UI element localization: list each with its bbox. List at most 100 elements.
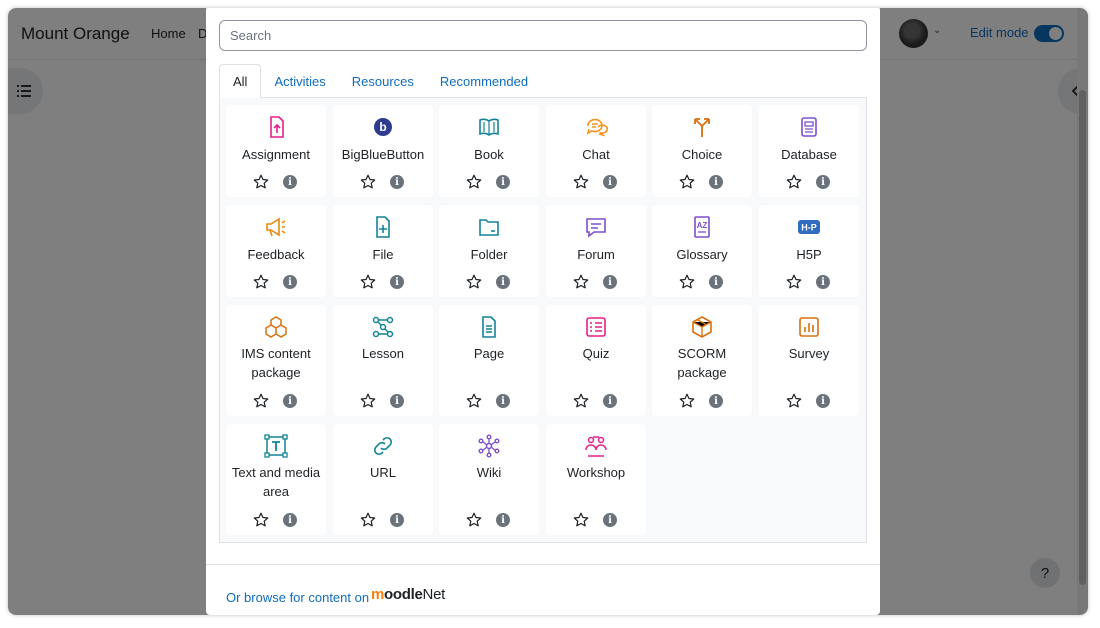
star-icon[interactable] [573, 512, 589, 528]
activity-card[interactable]: URL i [333, 424, 433, 535]
folder-icon [479, 219, 499, 236]
activity-name: Survey [788, 346, 830, 361]
moodlenet-logo[interactable]: moodleNet [371, 586, 445, 603]
star-icon[interactable] [786, 274, 802, 290]
activity-card[interactable]: Feedback i [226, 205, 326, 297]
star-icon[interactable] [466, 393, 482, 409]
quiz-icon [586, 317, 606, 337]
browse-moodlenet-link[interactable]: Or browse for content on [226, 590, 369, 605]
activity-card[interactable]: b BigBlueButton i [333, 105, 433, 197]
activity-name: Text and media area [231, 465, 321, 499]
activity-name: Chat [582, 147, 610, 162]
info-icon[interactable]: i [390, 513, 404, 527]
activity-name: File [372, 247, 394, 262]
info-icon[interactable]: i [283, 394, 297, 408]
info-icon[interactable]: i [390, 275, 404, 289]
activity-name: Database [781, 147, 837, 162]
activity-card[interactable]: Book i [439, 105, 539, 197]
star-icon[interactable] [253, 274, 269, 290]
activity-card[interactable]: SCORM package i [652, 305, 752, 416]
info-icon[interactable]: i [603, 275, 617, 289]
activity-card[interactable]: Choice i [652, 105, 752, 197]
forum-icon [586, 218, 606, 238]
activity-card[interactable]: Lesson i [333, 305, 433, 416]
activity-card[interactable]: File i [333, 205, 433, 297]
activity-card[interactable]: IMS content package i [226, 305, 326, 416]
activity-card[interactable]: Forum i [546, 205, 646, 297]
star-icon[interactable] [253, 174, 269, 190]
star-icon[interactable] [573, 274, 589, 290]
star-icon[interactable] [466, 274, 482, 290]
activity-name: Folder [470, 247, 508, 262]
star-icon[interactable] [253, 393, 269, 409]
svg-text:AZ: AZ [697, 221, 708, 230]
choice-icon [694, 118, 710, 137]
activity-name: URL [369, 465, 396, 480]
tab-resources[interactable]: Resources [339, 64, 427, 98]
star-icon[interactable] [360, 393, 376, 409]
bigbluebutton-icon: b [374, 118, 392, 136]
tab-activities[interactable]: Activities [261, 64, 338, 98]
star-icon[interactable] [786, 174, 802, 190]
activity-card[interactable]: Assignment i [226, 105, 326, 197]
info-icon[interactable]: i [283, 175, 297, 189]
activity-card[interactable]: Chat i [546, 105, 646, 197]
info-icon[interactable]: i [283, 513, 297, 527]
activity-card[interactable]: Quiz i [546, 305, 646, 416]
chat-icon [586, 118, 608, 137]
browser-frame: Mount Orange Home D ⌄ Edit mode ? All Ac… [8, 8, 1088, 615]
search-input[interactable] [219, 20, 867, 51]
chooser-tabs: All Activities Resources Recommended [219, 64, 867, 98]
activity-name: BigBlueButton [341, 147, 425, 162]
activity-card[interactable]: Page i [439, 305, 539, 416]
activity-card[interactable]: Database i [759, 105, 859, 197]
star-icon[interactable] [466, 512, 482, 528]
tab-all[interactable]: All [219, 64, 262, 98]
info-icon[interactable]: i [709, 394, 723, 408]
info-icon[interactable]: i [709, 275, 723, 289]
info-icon[interactable]: i [603, 175, 617, 189]
star-icon[interactable] [573, 174, 589, 190]
star-icon[interactable] [573, 393, 589, 409]
activity-card[interactable]: AZ Glossary i [652, 205, 752, 297]
info-icon[interactable]: i [603, 513, 617, 527]
footer-divider [206, 564, 880, 565]
info-icon[interactable]: i [709, 175, 723, 189]
activity-name: Choice [681, 147, 723, 162]
star-icon[interactable] [360, 174, 376, 190]
info-icon[interactable]: i [390, 394, 404, 408]
star-icon[interactable] [360, 274, 376, 290]
activity-name: Glossary [676, 247, 728, 262]
star-icon[interactable] [360, 512, 376, 528]
book-icon [479, 118, 499, 136]
tab-recommended[interactable]: Recommended [427, 64, 541, 98]
info-icon[interactable]: i [816, 275, 830, 289]
activity-card[interactable]: Folder i [439, 205, 539, 297]
activity-card[interactable]: Workshop i [546, 424, 646, 535]
star-icon[interactable] [466, 174, 482, 190]
info-icon[interactable]: i [816, 394, 830, 408]
info-icon[interactable]: i [496, 394, 510, 408]
activity-name: H5P [796, 247, 822, 262]
activity-card[interactable]: Survey i [759, 305, 859, 416]
star-icon[interactable] [679, 393, 695, 409]
activity-grid: Assignment i b BigBlueButton i Book i Chat i Choi… [219, 98, 867, 543]
activity-name: Wiki [476, 465, 502, 480]
info-icon[interactable]: i [496, 275, 510, 289]
info-icon[interactable]: i [603, 394, 617, 408]
star-icon[interactable] [679, 174, 695, 190]
star-icon[interactable] [253, 512, 269, 528]
star-icon[interactable] [786, 393, 802, 409]
activity-name: Book [474, 147, 504, 162]
survey-icon [799, 317, 819, 337]
info-icon[interactable]: i [283, 275, 297, 289]
assignment-icon [270, 116, 284, 138]
activity-card[interactable]: Wiki i [439, 424, 539, 535]
info-icon[interactable]: i [390, 175, 404, 189]
activity-card[interactable]: H-P H5P i [759, 205, 859, 297]
info-icon[interactable]: i [816, 175, 830, 189]
info-icon[interactable]: i [496, 175, 510, 189]
star-icon[interactable] [679, 274, 695, 290]
info-icon[interactable]: i [496, 513, 510, 527]
activity-card[interactable]: Text and media area i [226, 424, 326, 535]
